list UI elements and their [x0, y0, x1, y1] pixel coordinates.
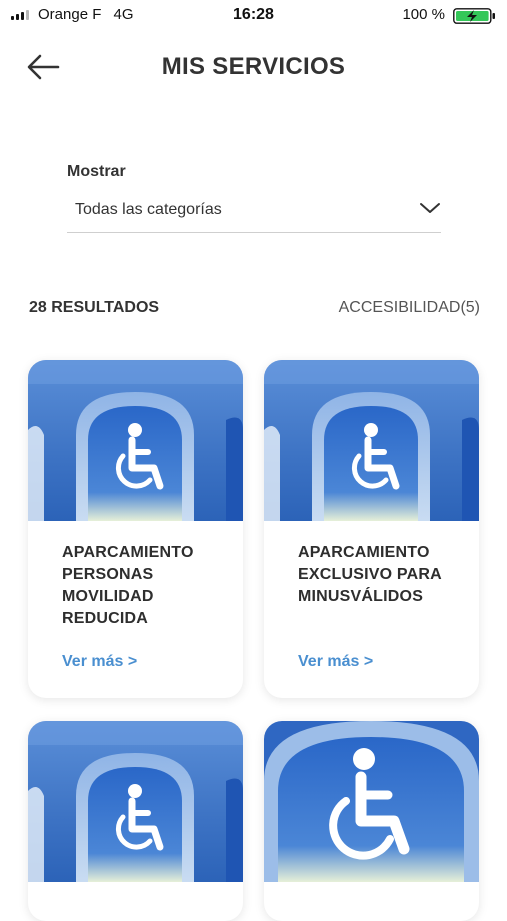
filter-label: Mostrar [67, 163, 126, 180]
chevron-down-icon [420, 203, 440, 213]
category-dropdown[interactable]: Todas las categorías [67, 192, 441, 233]
category-dropdown-value: Todas las categorías [75, 201, 222, 218]
see-more-link[interactable]: Ver más > [298, 653, 373, 671]
wheelchair-accessibility-image [264, 360, 479, 521]
wheelchair-accessibility-image [28, 721, 243, 882]
service-card[interactable] [28, 721, 243, 921]
battery-percentage: 100 % [402, 6, 445, 23]
results-count: 28 RESULTADOS [29, 299, 160, 316]
see-more-link[interactable]: Ver más > [62, 653, 137, 671]
service-card[interactable]: APARCAMIENTO PERSONAS MOVILIDAD REDUCIDA… [28, 360, 243, 698]
service-card[interactable] [264, 721, 479, 921]
service-card-title: APARCAMIENTO PERSONAS MOVILIDAD REDUCIDA [62, 544, 194, 627]
status-bar: Orange F 4G 16:28 100 % [0, 0, 507, 30]
category-filter-link[interactable]: ACCESIBILIDAD(5) [339, 299, 480, 317]
wheelchair-accessibility-image [264, 721, 479, 882]
page-title: MIS SERVICIOS [161, 53, 346, 80]
service-card[interactable]: APARCAMIENTO EXCLUSIVO PARA MINUSVÁLIDOS… [264, 360, 479, 698]
wheelchair-accessibility-image [28, 360, 243, 521]
service-card-title: APARCAMIENTO EXCLUSIVO PARA MINUSVÁLIDOS [298, 544, 442, 605]
battery-charging-icon [453, 8, 495, 24]
